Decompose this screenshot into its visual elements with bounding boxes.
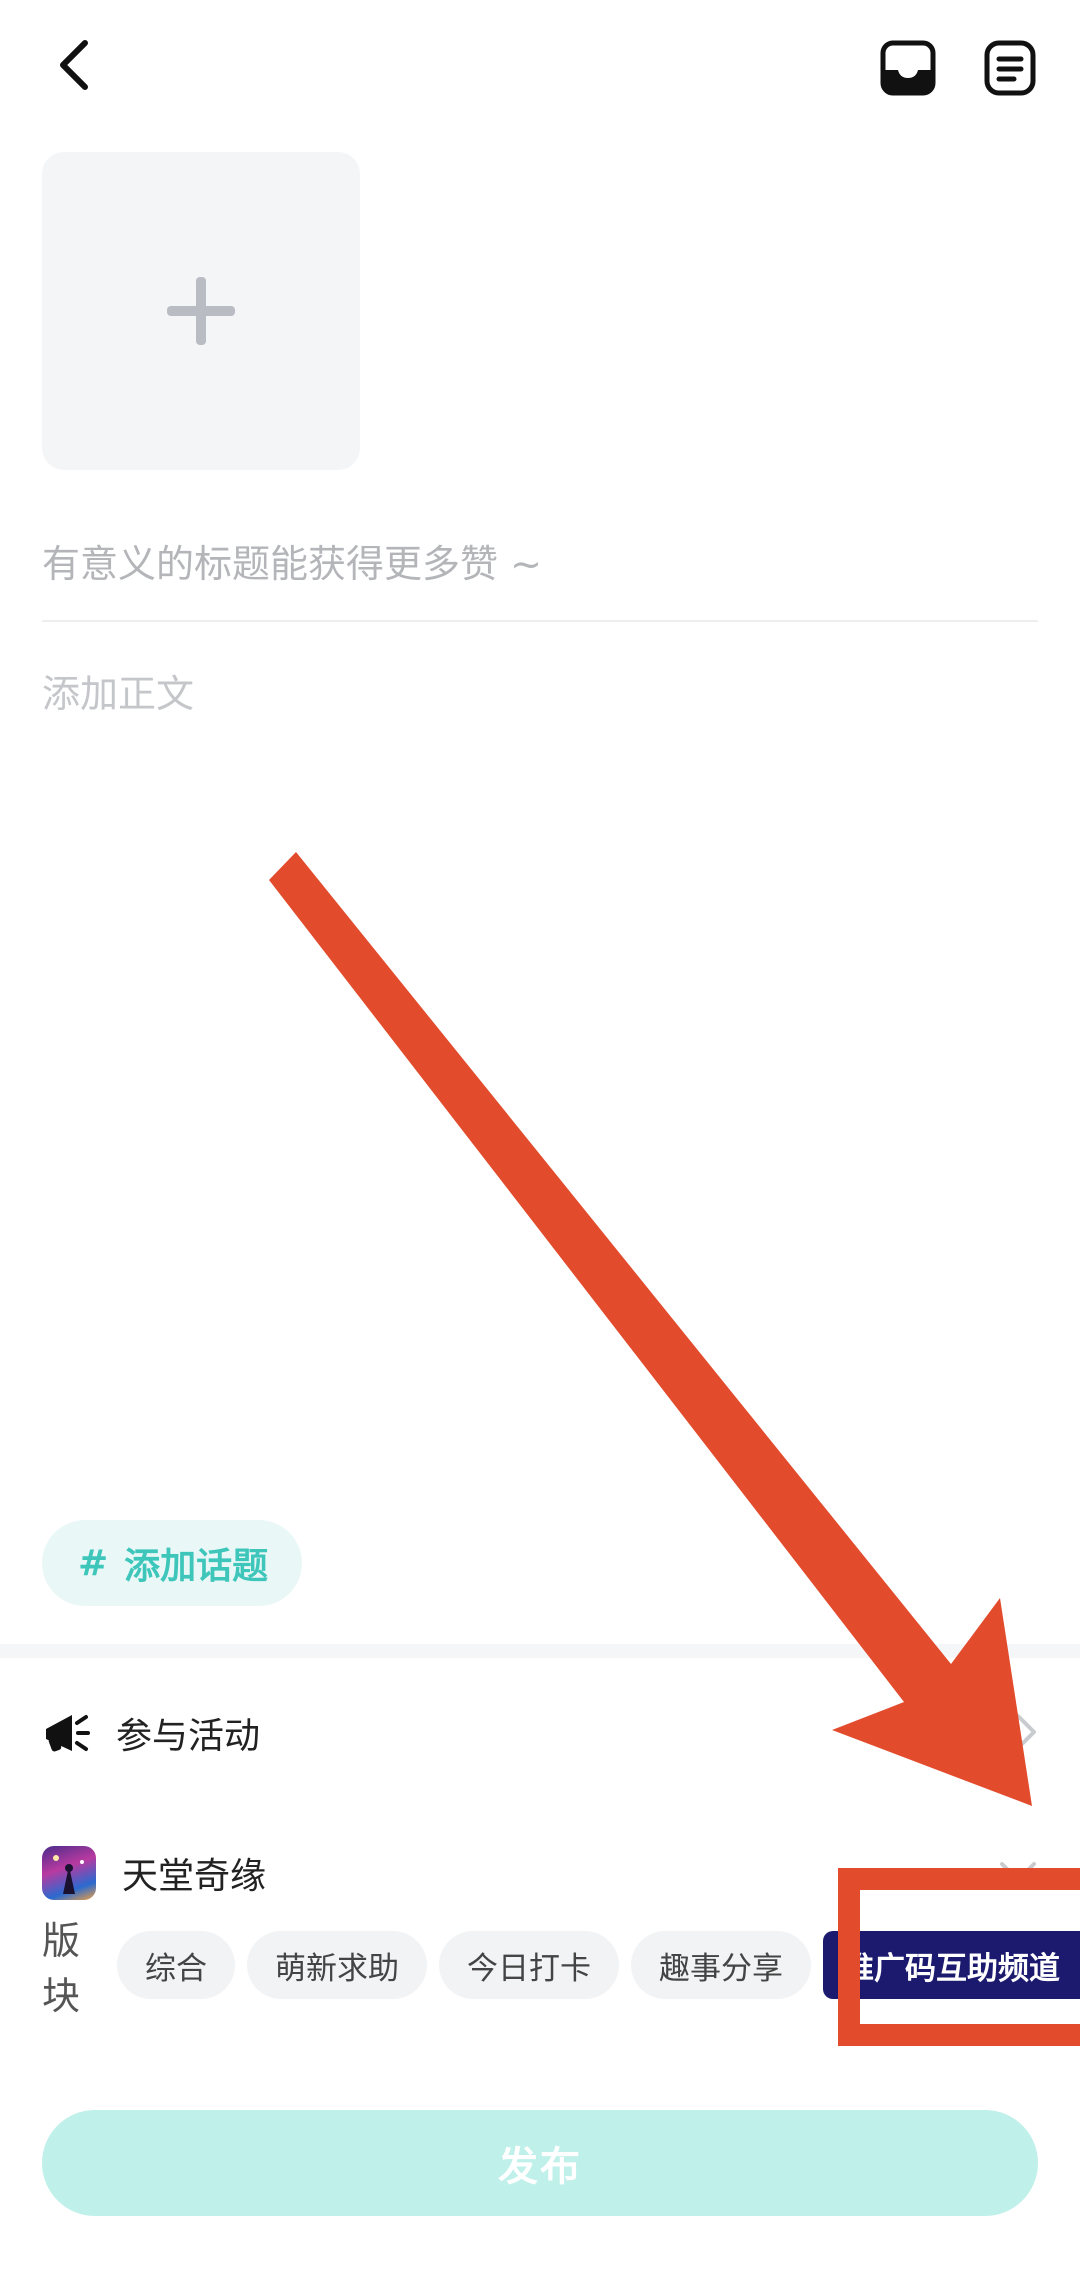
board-chip[interactable]: 趣事分享 xyxy=(631,1931,811,1999)
board-chip[interactable]: 萌新求助 xyxy=(247,1931,427,1999)
board-selector: 版块 综合 萌新求助 今日打卡 趣事分享 推广码互助频道 xyxy=(42,1919,1080,2018)
title-placeholder: 有意义的标题能获得更多赞 ~ xyxy=(42,541,542,586)
inbox-icon xyxy=(880,40,936,96)
board-label: 版块 xyxy=(42,1919,81,2018)
draft-list-icon xyxy=(984,40,1036,96)
chevron-left-icon xyxy=(60,40,88,90)
add-image-button[interactable] xyxy=(42,152,360,470)
publish-button[interactable]: 发布 xyxy=(42,2110,1038,2216)
game-label: 天堂奇缘 xyxy=(122,1856,267,1897)
hash-icon: # xyxy=(78,1542,109,1584)
game-app-icon xyxy=(42,1846,96,1900)
section-separator xyxy=(0,1644,1080,1658)
back-button[interactable] xyxy=(40,30,110,100)
title-divider xyxy=(42,620,1038,622)
add-topic-button[interactable]: # 添加话题 xyxy=(42,1520,303,1606)
activity-label: 参与活动 xyxy=(116,1716,261,1757)
plus-icon xyxy=(167,277,235,345)
game-row[interactable]: 天堂奇缘 xyxy=(42,1836,1038,1910)
megaphone-icon xyxy=(46,1715,90,1752)
board-chip[interactable]: 综合 xyxy=(117,1931,235,1999)
chevron-right-icon xyxy=(1016,1714,1036,1750)
title-input[interactable]: 有意义的标题能获得更多赞 ~ xyxy=(42,520,1038,600)
board-chip-selected[interactable]: 推广码互助频道 xyxy=(823,1931,1080,1999)
inbox-button[interactable] xyxy=(876,36,940,100)
drafts-button[interactable] xyxy=(978,36,1042,100)
body-placeholder: 添加正文 xyxy=(42,671,195,716)
add-topic-label: 添加话题 xyxy=(124,1546,269,1587)
collapse-icon xyxy=(1000,1862,1036,1882)
publish-label: 发布 xyxy=(498,2144,582,2190)
activity-row[interactable]: 参与活动 xyxy=(42,1696,1038,1770)
board-chip[interactable]: 今日打卡 xyxy=(439,1931,619,1999)
body-input[interactable]: 添加正文 xyxy=(42,650,1038,730)
